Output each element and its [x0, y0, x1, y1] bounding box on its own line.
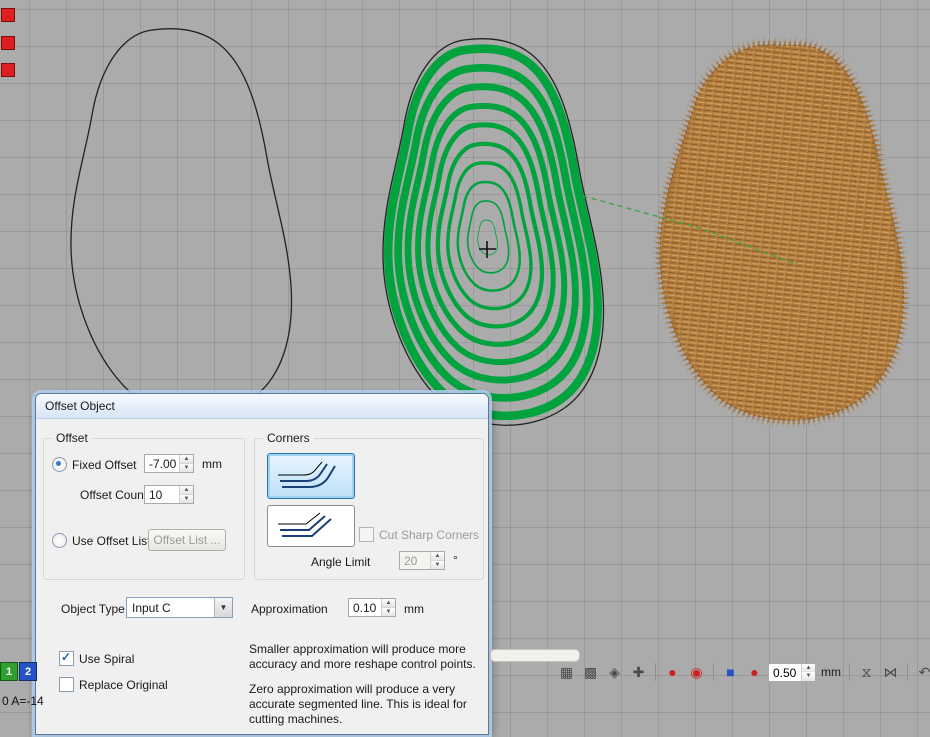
offset-spiral-object[interactable] — [383, 39, 604, 426]
spin-down-icon[interactable]: ▼ — [431, 561, 444, 569]
object-badge-1[interactable]: 1 — [0, 662, 18, 681]
add-point-icon[interactable]: ✚ — [628, 661, 649, 683]
stitch-width-input[interactable]: 0.50 ▲▼ — [768, 663, 816, 682]
radio-icon[interactable] — [52, 533, 67, 548]
toolbar-separator — [713, 663, 714, 681]
object-type-value: Input C — [127, 598, 214, 617]
sharp-corner-icon — [276, 512, 346, 540]
radio-icon[interactable] — [52, 457, 67, 472]
sharp-corner-style-button[interactable] — [267, 505, 355, 547]
grid-icon[interactable]: ▦ — [556, 661, 577, 683]
cut-sharp-corners-checkbox[interactable]: Cut Sharp Corners — [359, 527, 479, 542]
angle-limit-label: Angle Limit — [311, 555, 370, 569]
toolbar-separator — [849, 663, 850, 681]
flip-vertical-icon[interactable]: ⧖ — [856, 661, 877, 683]
checkbox-icon[interactable] — [59, 651, 74, 666]
offset-count-value[interactable]: 10 — [145, 486, 179, 503]
object-type-combo[interactable]: Input C ▼ — [126, 597, 233, 618]
bottom-toolbar: ▦ ▩ ◈ ✚ ● ◉ ■ ● 0.50 ▲▼ mm ⧖ ⋈ ↶ ↷ ↺ ↻ — [556, 661, 930, 683]
help-paragraph: Smaller approximation will produce more … — [249, 642, 487, 671]
spin-down-icon[interactable]: ▼ — [802, 672, 815, 681]
stitch-width-unit: mm — [821, 665, 841, 679]
spin-down-icon[interactable]: ▼ — [382, 608, 395, 616]
spin-up-icon[interactable]: ▲ — [382, 599, 395, 608]
start-point-icon[interactable]: ● — [662, 661, 683, 683]
round-corner-icon — [276, 461, 346, 491]
approximation-help: Smaller approximation will produce more … — [249, 642, 487, 737]
offset-group: Offset Fixed Offset -7.00 ▲▼ mm Offset C… — [43, 438, 245, 580]
spin-up-icon[interactable]: ▲ — [802, 664, 815, 673]
object-sequence-badges: 1 2 — [0, 662, 37, 681]
corners-group: Corners Cut Sharp Corners Angle Limit 20… — [254, 438, 484, 580]
spin-up-icon[interactable]: ▲ — [180, 486, 193, 495]
spin-down-icon[interactable]: ▼ — [180, 464, 193, 472]
use-offset-list-label: Use Offset List — [72, 534, 150, 548]
design-workspace: { "dialog": { "title": "Offset Object", … — [0, 0, 930, 726]
spinner-buttons[interactable]: ▲▼ — [179, 455, 193, 472]
entry-marker-icon[interactable]: ■ — [720, 661, 741, 683]
flip-horizontal-icon[interactable]: ⋈ — [880, 661, 901, 683]
fixed-offset-label: Fixed Offset — [72, 458, 136, 472]
object-type-label: Object Type — [61, 602, 125, 616]
offset-group-label: Offset — [52, 431, 92, 445]
status-text: 0 A=-14 — [2, 694, 44, 708]
round-corner-style-button[interactable] — [267, 453, 355, 499]
replace-original-label: Replace Original — [79, 678, 168, 692]
rotate-ccw-icon[interactable]: ↶ — [914, 661, 930, 683]
toolbar-separator — [655, 663, 656, 681]
spinner-buttons[interactable]: ▲▼ — [381, 599, 395, 616]
offset-count-input[interactable]: 10 ▲▼ — [144, 485, 194, 504]
offset-count-label: Offset Count — [80, 488, 147, 502]
spinner-buttons[interactable]: ▲▼ — [801, 664, 815, 681]
stitch-width-value[interactable]: 0.50 — [769, 664, 801, 681]
fixed-offset-input[interactable]: -7.00 ▲▼ — [144, 454, 194, 473]
replace-original-checkbox[interactable]: Replace Original — [59, 677, 168, 692]
toolbar-separator — [907, 663, 908, 681]
use-offset-list-radio[interactable]: Use Offset List — [52, 533, 150, 548]
approximation-input[interactable]: 0.10 ▲▼ — [348, 598, 396, 617]
color-swatch-red[interactable] — [1, 63, 15, 77]
approximation-value[interactable]: 0.10 — [349, 599, 381, 616]
spin-down-icon[interactable]: ▼ — [180, 495, 193, 503]
offset-object-dialog: Offset Object Offset Fixed Offset -7.00 … — [35, 393, 489, 735]
spinner-buttons[interactable]: ▲▼ — [179, 486, 193, 503]
approximation-unit: mm — [404, 602, 424, 616]
use-spiral-label: Use Spiral — [79, 652, 134, 666]
offset-list-button[interactable]: Offset List ... — [148, 529, 226, 551]
checkbox-icon[interactable] — [359, 527, 374, 542]
fixed-offset-value[interactable]: -7.00 — [145, 455, 179, 472]
end-point-icon[interactable]: ◉ — [686, 661, 707, 683]
checkbox-icon[interactable] — [59, 677, 74, 692]
outline-object[interactable] — [71, 29, 292, 416]
fixed-offset-radio[interactable]: Fixed Offset — [52, 457, 136, 472]
corners-group-label: Corners — [263, 431, 314, 445]
approximation-label: Approximation — [251, 602, 328, 616]
angle-limit-unit: ° — [453, 553, 458, 567]
spin-up-icon[interactable]: ▲ — [431, 552, 444, 561]
angle-limit-value[interactable]: 20 — [400, 552, 430, 569]
color-swatch-red[interactable] — [1, 36, 15, 50]
spin-up-icon[interactable]: ▲ — [180, 455, 193, 464]
use-spiral-checkbox[interactable]: Use Spiral — [59, 651, 134, 666]
stitch-list-icon[interactable]: ▩ — [580, 661, 601, 683]
chevron-down-icon[interactable]: ▼ — [214, 598, 232, 617]
help-paragraph: Zero approximation will produce a very a… — [249, 682, 487, 726]
dialog-title[interactable]: Offset Object — [36, 394, 488, 419]
exit-marker-icon[interactable]: ● — [744, 661, 765, 683]
spinner-buttons[interactable]: ▲▼ — [430, 552, 444, 569]
crosshair-cursor — [479, 241, 496, 258]
color-swatch-red[interactable] — [1, 8, 15, 22]
object-badge-2[interactable]: 2 — [19, 662, 37, 681]
fixed-offset-unit: mm — [202, 457, 222, 471]
stitch-fill-object[interactable] — [660, 45, 903, 420]
cut-sharp-corners-label: Cut Sharp Corners — [379, 528, 479, 542]
reshape-icon[interactable]: ◈ — [604, 661, 625, 683]
angle-limit-input[interactable]: 20 ▲▼ — [399, 551, 445, 570]
